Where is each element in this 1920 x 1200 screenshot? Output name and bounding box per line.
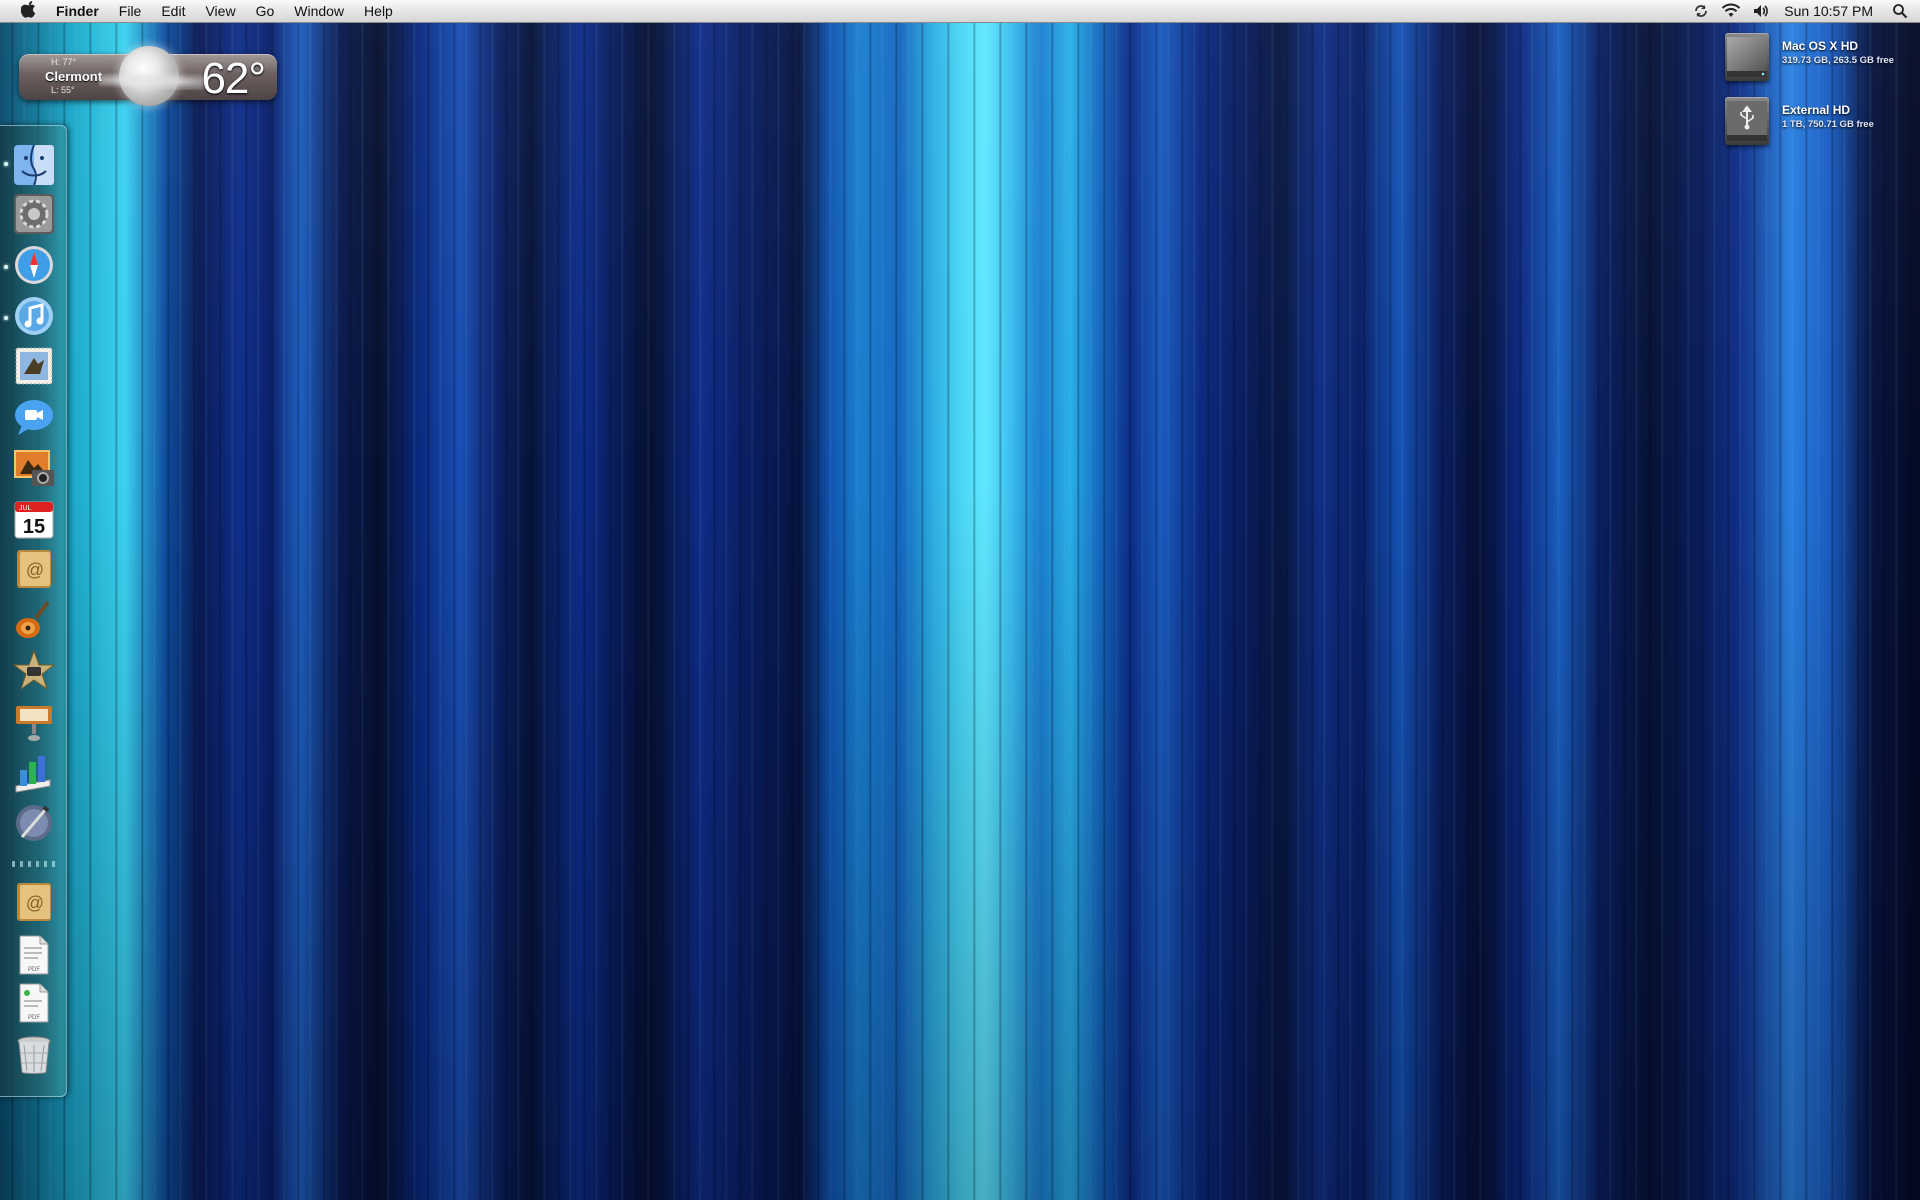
- dock-safari-icon[interactable]: [12, 243, 56, 287]
- desktop-drive-external-hd[interactable]: External HD 1 TB, 750.71 GB free: [1725, 97, 1920, 147]
- menu-app-finder[interactable]: Finder: [54, 0, 109, 22]
- dock-pdf-document-icon[interactable]: PDF: [12, 933, 56, 977]
- menu-view[interactable]: View: [195, 0, 245, 22]
- drive-name: External HD: [1782, 103, 1851, 117]
- svg-text:@: @: [26, 560, 44, 580]
- running-indicator: [4, 162, 8, 166]
- menu-clock[interactable]: Sun 10:57 PM: [1776, 3, 1885, 19]
- desktop-drive-mac-os-x-hd[interactable]: Mac OS X HD 319.73 GB, 263.5 GB free: [1725, 33, 1920, 83]
- apple-logo-icon: [20, 0, 36, 18]
- desktop-wallpaper[interactable]: [0, 0, 1920, 1200]
- ical-month: JUL: [19, 505, 32, 512]
- dock-address-book-stack-icon[interactable]: @: [12, 880, 56, 924]
- wifi-icon[interactable]: [1719, 0, 1743, 22]
- dock-keynote-icon[interactable]: [12, 700, 56, 744]
- dock-iphoto-icon[interactable]: [12, 446, 56, 490]
- wallpaper-shade: [0, 0, 1920, 1200]
- menu-extras: Sun 10:57 PM: [1686, 0, 1920, 22]
- weather-city: Clermont: [45, 69, 103, 84]
- menu-window[interactable]: Window: [284, 0, 354, 22]
- running-indicator: [4, 316, 8, 320]
- drive-info: 1 TB, 750.71 GB free: [1782, 119, 1874, 130]
- dock-pdf-document-icon[interactable]: PDF: [12, 981, 56, 1025]
- drive-info: 319.73 GB, 263.5 GB free: [1782, 55, 1894, 66]
- external-usb-drive-icon: [1725, 97, 1769, 145]
- menu-file[interactable]: File: [109, 0, 152, 22]
- weather-widget[interactable]: H: 77° Clermont L: 55° 62°: [19, 46, 277, 106]
- internal-hard-drive-icon: [1725, 33, 1769, 81]
- dock-trash-icon[interactable]: [12, 1033, 56, 1077]
- time-machine-sync-icon[interactable]: [1689, 0, 1713, 22]
- dock-script-editor-icon[interactable]: [12, 801, 56, 845]
- dock-ical-icon[interactable]: JUL 15: [12, 497, 56, 541]
- svg-text:PDF: PDF: [28, 967, 40, 973]
- dock-separator: [12, 861, 56, 867]
- menu-bar: Finder File Edit View Go Window Help Sun…: [0, 0, 1920, 23]
- dock-imovie-icon[interactable]: [12, 649, 56, 693]
- dock-address-book-icon[interactable]: @: [12, 547, 56, 591]
- menu-help[interactable]: Help: [354, 0, 403, 22]
- drive-name: Mac OS X HD: [1782, 39, 1859, 53]
- dock-finder-icon[interactable]: [12, 143, 56, 187]
- spotlight-search-icon[interactable]: [1888, 0, 1912, 22]
- ical-day: 15: [23, 516, 45, 538]
- svg-text:@: @: [26, 893, 44, 913]
- dock-ichat-icon[interactable]: [12, 395, 56, 439]
- dock-garageband-icon[interactable]: [12, 598, 56, 642]
- svg-text:PDF: PDF: [28, 1015, 40, 1021]
- weather-temperature: 62°: [201, 54, 266, 103]
- volume-icon[interactable]: [1749, 0, 1773, 22]
- apple-menu-icon[interactable]: [18, 0, 40, 23]
- cloud-icon: [99, 70, 209, 90]
- dock-mail-icon[interactable]: [12, 344, 56, 388]
- dock-system-preferences-icon[interactable]: [12, 192, 56, 236]
- weather-low: L: 55°: [51, 85, 75, 95]
- menu-edit[interactable]: Edit: [151, 0, 195, 22]
- dock-numbers-icon[interactable]: [12, 750, 56, 794]
- menu-go[interactable]: Go: [246, 0, 285, 22]
- weather-high: H: 77°: [51, 57, 77, 67]
- dock: JUL 15 @ @ PDF PDF: [0, 125, 67, 1097]
- running-indicator: [4, 265, 8, 269]
- dock-itunes-icon[interactable]: [12, 294, 56, 338]
